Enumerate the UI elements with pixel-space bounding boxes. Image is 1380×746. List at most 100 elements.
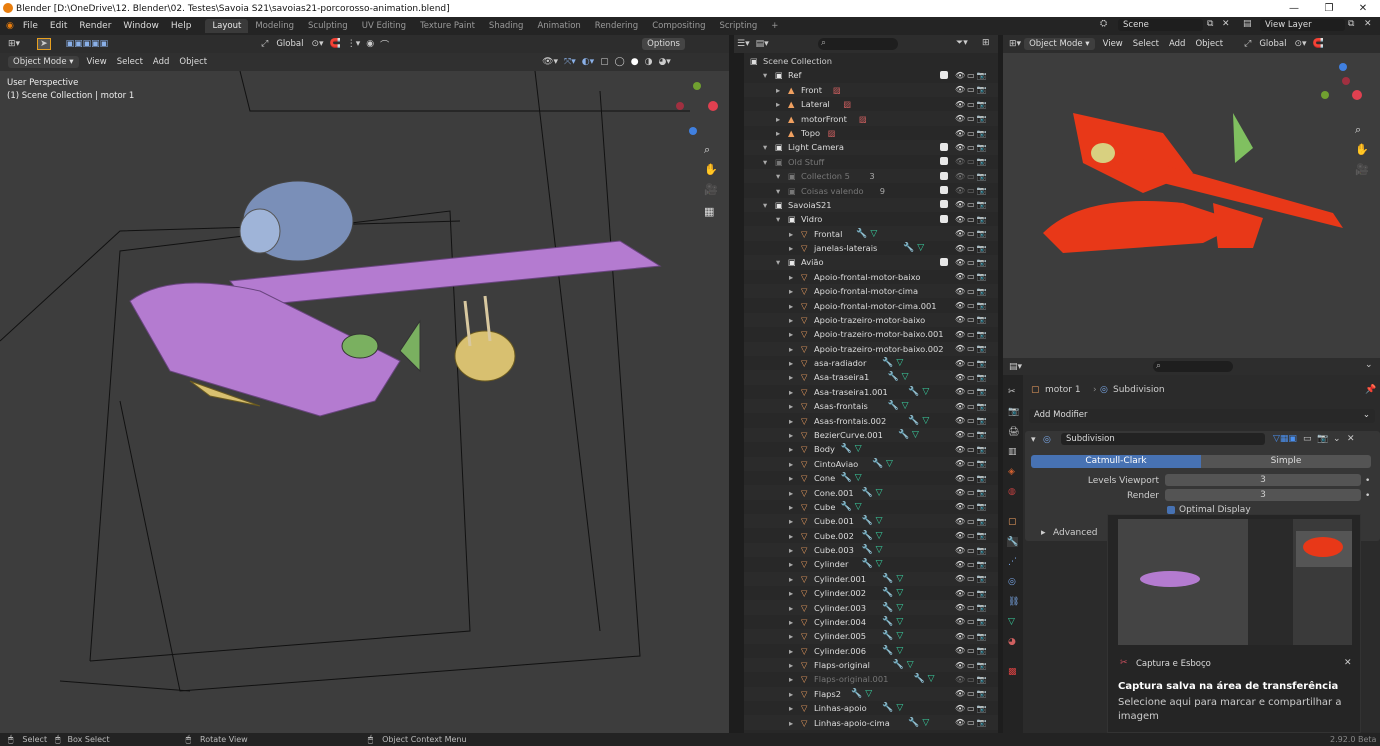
- render-camera-icon[interactable]: 📷: [977, 244, 987, 253]
- viewport-disable-icon[interactable]: ▭: [967, 143, 975, 152]
- blender-menu-icon[interactable]: ◉: [6, 21, 14, 31]
- material-tab-icon[interactable]: ◕: [1008, 637, 1016, 647]
- eye-icon[interactable]: 👁: [955, 272, 965, 281]
- workspace-tab-texture-paint[interactable]: Texture Paint: [413, 19, 482, 33]
- mesh-data-icon[interactable]: ▽: [902, 372, 909, 382]
- zoom-icon[interactable]: ⌕: [704, 143, 710, 157]
- modifier-icon[interactable]: 🔧: [888, 372, 899, 382]
- render-camera-icon[interactable]: 📷: [977, 344, 987, 353]
- render-camera-icon[interactable]: 📷: [977, 71, 987, 80]
- snap-target-icon[interactable]: ⋮▾: [347, 39, 361, 49]
- expand-toggle-icon[interactable]: ▸: [789, 545, 793, 555]
- workspace-tab-shading[interactable]: Shading: [482, 19, 531, 33]
- modifier-icon[interactable]: 🔧: [908, 387, 919, 397]
- viewport-disable-icon[interactable]: ▭: [967, 373, 975, 382]
- eye-icon[interactable]: 👁: [955, 215, 965, 224]
- render-camera-icon[interactable]: 📷: [977, 517, 987, 526]
- outliner-row[interactable]: ▸ ▽ Flaps-original.001 🔧 ▽ 👁 ▭ 📷: [744, 672, 998, 686]
- mesh-data-icon[interactable]: ▽: [896, 574, 903, 584]
- object-mode-dropdown[interactable]: Object Mode ▾: [8, 56, 79, 68]
- render-camera-icon[interactable]: 📷: [977, 531, 987, 540]
- render-camera-icon[interactable]: 📷: [977, 560, 987, 569]
- outliner-row[interactable]: ▸ ▽ CintoAviao 🔧 ▽ 👁 ▭ 📷: [744, 456, 998, 471]
- proportional-edit-icon[interactable]: ◉: [366, 39, 374, 49]
- options-dropdown[interactable]: Options: [642, 38, 685, 50]
- modifier-icon[interactable]: 🔧: [851, 689, 862, 699]
- menu-edit[interactable]: Edit: [44, 21, 73, 31]
- outliner-row[interactable]: ▸ ▽ Apoio-frontal-motor-cima 👁 ▭ 📷: [744, 284, 998, 299]
- expand-toggle-icon[interactable]: ▾: [763, 70, 767, 80]
- outliner-row[interactable]: ▸ ▽ Cylinder.002 🔧 ▽ 👁 ▭ 📷: [744, 586, 998, 600]
- viewport-disable-icon[interactable]: ▭: [967, 301, 975, 310]
- snip-notification[interactable]: ✂ Captura e Esboço ✕ Captura salva na ár…: [1107, 514, 1361, 733]
- expand-toggle-icon[interactable]: ▾: [776, 257, 780, 267]
- render-camera-icon[interactable]: 📷: [977, 689, 987, 698]
- right-object-mode-dropdown[interactable]: Object Mode ▾: [1024, 38, 1095, 50]
- outliner-row[interactable]: ▸ ▽ Linhas-apoio 🔧 ▽ 👁 ▭ 📷: [744, 701, 998, 715]
- mesh-data-icon[interactable]: ▽: [870, 229, 877, 239]
- right-pivot-icon[interactable]: ⊙▾: [1294, 39, 1306, 49]
- outliner-row[interactable]: ▸ ▽ Asa-traseira1 🔧 ▽ 👁 ▭ 📷: [744, 370, 998, 385]
- properties-options-icon[interactable]: ⌄: [1365, 360, 1373, 370]
- modifier-icon[interactable]: 🔧: [882, 358, 893, 368]
- viewport-menu-object[interactable]: Object: [174, 56, 212, 68]
- render-camera-icon[interactable]: 📷: [977, 186, 987, 195]
- viewport-disable-icon[interactable]: ▭: [967, 546, 975, 555]
- rendered-shading-icon[interactable]: ◕▾: [658, 57, 670, 67]
- viewport-menu-select[interactable]: Select: [112, 56, 148, 68]
- outliner-row[interactable]: ▾ ▣ Light Camera 👁 ▭ 📷: [744, 140, 998, 155]
- expand-toggle-icon[interactable]: ▸: [776, 114, 780, 124]
- outliner-row[interactable]: ▾ ▣ Collection 5 3 👁 ▭ 📷: [744, 168, 998, 184]
- viewport-disable-icon[interactable]: ▭: [967, 632, 975, 641]
- expand-toggle-icon[interactable]: ▸: [776, 85, 780, 95]
- render-camera-icon[interactable]: 📷: [977, 129, 987, 138]
- render-camera-icon[interactable]: 📷: [977, 200, 987, 209]
- pan-hand-icon[interactable]: ✋: [704, 163, 718, 176]
- render-camera-icon[interactable]: 📷: [977, 488, 987, 497]
- modifier-icon[interactable]: 🔧: [862, 516, 873, 526]
- menu-window[interactable]: Window: [117, 21, 165, 31]
- menu-render[interactable]: Render: [73, 21, 117, 31]
- eye-icon[interactable]: 👁: [955, 344, 965, 353]
- catmull-clark-button[interactable]: Catmull-Clark: [1031, 455, 1201, 468]
- render-camera-icon[interactable]: 📷: [977, 301, 987, 310]
- modifier-icon[interactable]: 🔧: [862, 531, 873, 541]
- expand-toggle-icon[interactable]: ▸: [789, 315, 793, 325]
- workspace-tab-rendering[interactable]: Rendering: [588, 19, 645, 33]
- modifier-icon[interactable]: 🔧: [882, 588, 893, 598]
- viewport-disable-icon[interactable]: ▭: [967, 661, 975, 670]
- render-camera-icon[interactable]: 📷: [977, 229, 987, 238]
- viewport-disable-icon[interactable]: ▭: [967, 502, 975, 511]
- mesh-data-icon[interactable]: ▽: [907, 660, 914, 670]
- exclude-checkbox[interactable]: [940, 171, 948, 180]
- eye-icon[interactable]: 👁: [955, 71, 965, 80]
- viewport-disable-icon[interactable]: ▭: [967, 603, 975, 612]
- modifier-tab-icon[interactable]: 🔧: [1007, 537, 1019, 547]
- viewport-disable-icon[interactable]: ▭: [967, 129, 975, 138]
- modifier-icon[interactable]: 🔧: [841, 473, 852, 483]
- modifier-icon[interactable]: 🔧: [898, 430, 909, 440]
- right-pan-hand-icon[interactable]: ✋: [1355, 143, 1369, 156]
- selection-mode-icon[interactable]: ▣▣▣▣▣: [66, 39, 109, 49]
- viewport-disable-icon[interactable]: ▭: [967, 287, 975, 296]
- right-zoom-icon[interactable]: ⌕: [1355, 123, 1361, 137]
- expand-toggle-icon[interactable]: ▸: [789, 387, 793, 397]
- modifier-icon[interactable]: 🔧: [862, 545, 873, 555]
- outliner-row[interactable]: ▾ ▣ Old Stuff 👁 ▭ 📷: [744, 155, 998, 169]
- eye-icon[interactable]: 👁: [955, 186, 965, 195]
- render-camera-icon[interactable]: 📷: [977, 157, 987, 166]
- viewport-disable-icon[interactable]: ▭: [967, 416, 975, 425]
- eye-icon[interactable]: 👁: [955, 646, 965, 655]
- render-camera-icon[interactable]: 📷: [977, 359, 987, 368]
- viewport-toggle-icon[interactable]: ▭: [1303, 434, 1312, 444]
- modifier-icon[interactable]: 🔧: [903, 243, 914, 253]
- add-workspace-button[interactable]: +: [764, 19, 785, 33]
- mesh-data-icon[interactable]: ▽: [896, 703, 903, 713]
- workspace-tab-layout[interactable]: Layout: [205, 19, 249, 33]
- eye-icon[interactable]: 👁: [955, 589, 965, 598]
- viewport-disable-icon[interactable]: ▭: [967, 488, 975, 497]
- eye-icon[interactable]: 👁: [955, 603, 965, 612]
- modifier-icon[interactable]: 🔧: [882, 646, 893, 656]
- remove-modifier-icon[interactable]: ✕: [1347, 434, 1355, 444]
- exclude-checkbox[interactable]: [940, 142, 948, 151]
